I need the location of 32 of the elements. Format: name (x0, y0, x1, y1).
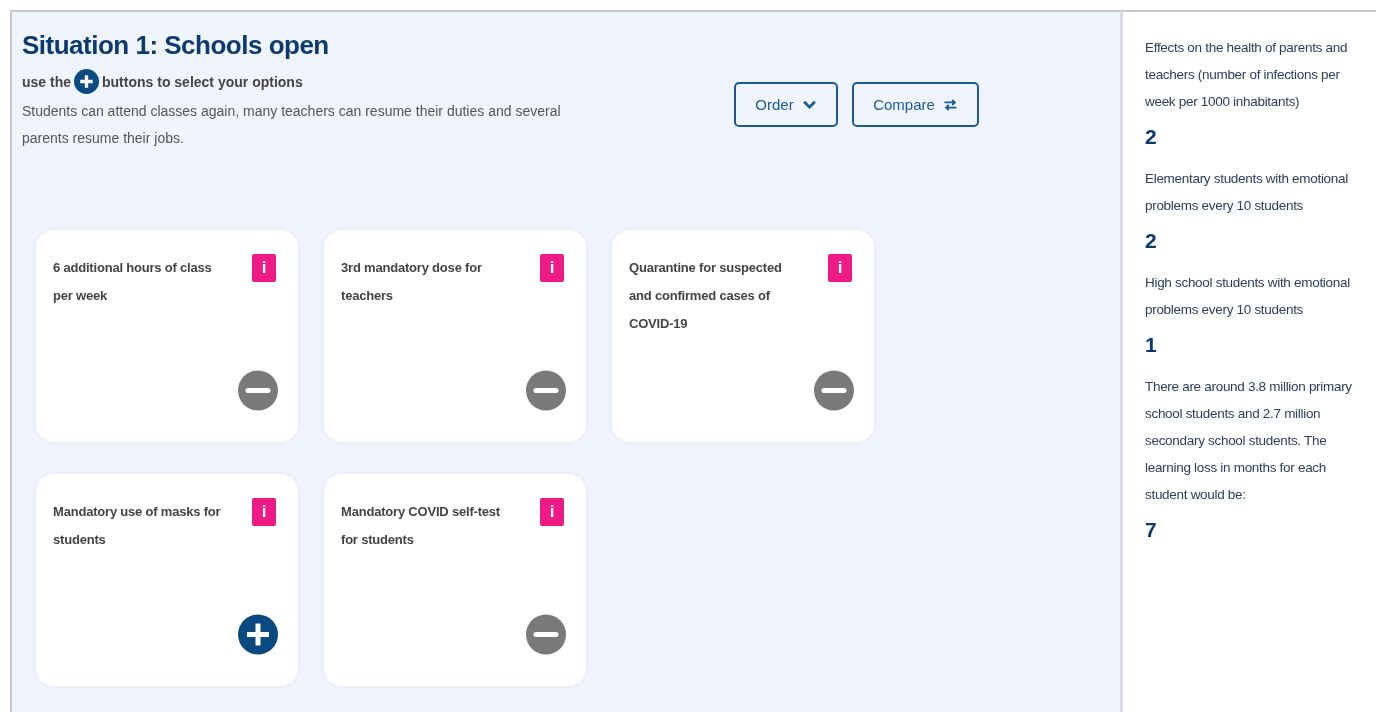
page-title: Situation 1: Schools open (22, 30, 330, 61)
result-label: Effects on the health of parents and teachers (number of infections per week per 1000 inhabitants) (1145, 39, 1349, 111)
compare-button[interactable]: Compare (852, 82, 979, 127)
info-button[interactable]: i (828, 254, 852, 282)
option-label: Quarantine for suspected and confirmed cases of COVID-19 (629, 259, 783, 333)
result-value: 1 (1145, 333, 1158, 357)
add-button[interactable] (238, 612, 278, 657)
info-button[interactable]: i (540, 498, 564, 526)
remove-button[interactable] (526, 368, 566, 413)
instruction-text: use the (22, 73, 71, 90)
result-label: There are around 3.8 million primary school students and 2.7 million secondary school students. The learning loss in months for each student would be: (1145, 378, 1353, 504)
plus-icon (74, 69, 99, 94)
remove-button[interactable] (526, 612, 566, 657)
result-label: High school students with emotional problems every 10 students (1145, 274, 1351, 319)
result-value: 2 (1145, 125, 1158, 149)
info-button[interactable]: i (252, 498, 276, 526)
option-label: 6 additional hours of class per week (53, 259, 213, 305)
order-button[interactable]: Order (734, 82, 838, 127)
option-label: 3rd mandatory dose for teachers (341, 259, 483, 305)
swap-arrows-icon (942, 98, 958, 111)
result-label: Elementary students with emotional problems every 10 students (1145, 170, 1349, 215)
remove-button[interactable] (238, 368, 278, 413)
info-button[interactable]: i (540, 254, 564, 282)
option-label: Mandatory use of masks for students (53, 503, 221, 549)
instruction-text: buttons to select your options (102, 73, 303, 90)
info-button[interactable]: i (252, 254, 276, 282)
chevron-down-icon (801, 98, 817, 111)
remove-button[interactable] (814, 368, 854, 413)
option-label: Mandatory COVID self-test for students (341, 503, 501, 549)
result-value: 2 (1145, 229, 1158, 253)
description-text: Students can attend classes again, many teachers can resume their duties and several parents resume their jobs. (22, 102, 562, 148)
result-value: 7 (1145, 518, 1158, 542)
